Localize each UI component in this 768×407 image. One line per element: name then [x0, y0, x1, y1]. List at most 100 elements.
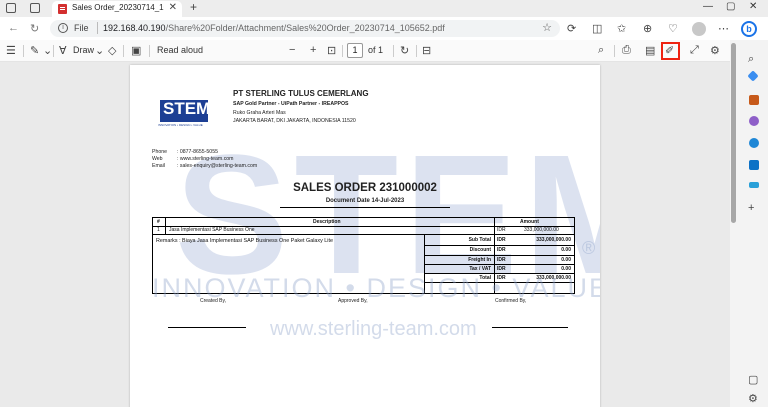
settings-gear-icon[interactable]: ⚙	[710, 44, 720, 57]
logo-text: STEM	[163, 99, 211, 118]
erase-icon[interactable]: ◇	[108, 44, 116, 57]
logo-tagline: INNOVATION • DESIGN • VALUE	[158, 123, 203, 127]
divider	[393, 45, 394, 57]
rotate-icon[interactable]: ↻	[400, 44, 409, 57]
save-icon[interactable]: ▤	[645, 44, 655, 57]
drop-icon[interactable]	[749, 182, 759, 188]
highlight-icon[interactable]: ✎	[30, 44, 39, 57]
browser-essentials-icon[interactable]: ♡	[668, 22, 678, 35]
back-icon[interactable]: ←	[8, 22, 19, 34]
chevron-down-icon[interactable]: ⌄	[43, 44, 52, 57]
search-sidebar-icon[interactable]: ⌕	[748, 53, 754, 66]
contact-web: Web: www.sterling-team.com	[152, 156, 234, 162]
divider	[53, 45, 54, 57]
hide-sidebar-icon[interactable]: ▢	[748, 373, 758, 386]
page-view-icon[interactable]: ⊟	[422, 44, 431, 57]
watermark-registered-mark: ®	[582, 238, 596, 258]
close-tab-icon[interactable]: ✕	[169, 2, 177, 13]
row-no: 1	[157, 227, 160, 233]
contact-phone: Phone: 0877-8655-5055	[152, 149, 218, 155]
freight-label: Freight In	[468, 257, 491, 263]
divider	[149, 45, 150, 57]
tax-currency: IDR	[497, 266, 506, 272]
favorite-star-icon[interactable]: ☆	[542, 21, 552, 34]
draw-button[interactable]: Draw	[73, 45, 94, 55]
favorites-icon[interactable]: ✩	[617, 22, 626, 35]
contact-email: Email: sales-enquiry@sterling-team.com	[152, 163, 258, 169]
draw-icon[interactable]: ∀	[59, 44, 67, 57]
save-as-highlight	[661, 42, 680, 60]
freight-currency: IDR	[497, 257, 506, 263]
read-aloud-button[interactable]: Read aloud	[157, 45, 203, 55]
games-icon[interactable]	[749, 116, 759, 126]
contents-icon[interactable]: ☰	[6, 44, 16, 57]
scrollbar[interactable]	[731, 43, 736, 223]
zoom-in-button[interactable]: +	[310, 44, 316, 56]
total-label: Total	[479, 275, 491, 281]
tax-value: 0.00	[561, 266, 571, 272]
new-tab-icon[interactable]: +	[190, 0, 197, 14]
copilot-icon[interactable]: b	[741, 21, 757, 37]
refresh-icon[interactable]: ↻	[30, 22, 39, 35]
signature-line	[492, 327, 568, 328]
scheme-label: File	[74, 23, 89, 33]
divider	[614, 45, 615, 57]
pdf-icon	[58, 4, 67, 14]
fullscreen-icon[interactable]: ⤢	[690, 44, 699, 57]
order-table: # Description Amount 1 Jasa Implementasi…	[152, 217, 575, 294]
pdf-viewer: STEM STEM INNOVATION • DESIGN • VALUE PT…	[0, 62, 730, 407]
divider	[23, 45, 24, 57]
divider	[342, 45, 343, 57]
discount-label: Discount	[469, 247, 491, 253]
minimize-icon[interactable]: —	[703, 1, 713, 12]
info-icon[interactable]: i	[58, 23, 68, 33]
subtotal-label: Sub Total	[468, 237, 491, 243]
watermark-url: www.sterling-team.com	[270, 318, 477, 340]
discount-value: 0.00	[561, 247, 571, 253]
company-partners: SAP Gold Partner - UiPath Partner - IREA…	[233, 101, 349, 107]
row-currency: IDR	[497, 227, 506, 233]
shopping-icon[interactable]	[747, 70, 759, 82]
zoom-out-button[interactable]: −	[289, 44, 295, 56]
col-no-header: #	[157, 219, 160, 225]
divider	[123, 45, 124, 57]
approved-by-label: Approved By,	[338, 298, 368, 304]
total-currency: IDR	[497, 275, 506, 281]
address-bar-row: ← ↻ i File 192.168.40.190/Share%20Folder…	[0, 17, 768, 40]
subtotal-currency: IDR	[497, 237, 506, 243]
tab-strip: Sales Order_20230714_105652.p ✕ + — ▢ ✕	[0, 0, 768, 17]
profile-avatar[interactable]	[692, 22, 706, 36]
tab-sales-order[interactable]: Sales Order_20230714_105652.p ✕	[52, 1, 182, 17]
chevron-down-icon[interactable]: ⌄	[95, 44, 104, 57]
freight-value: 0.00	[561, 257, 571, 263]
remarks: Remarks : Biaya Jasa Implementasi SAP Bu…	[156, 238, 333, 244]
address-bar[interactable]: i File 192.168.40.190/Share%20Folder/Att…	[50, 20, 560, 37]
workspaces-icon[interactable]	[6, 3, 16, 13]
fit-page-icon[interactable]: ⊡	[327, 44, 336, 57]
print-icon[interactable]: ⎙	[622, 44, 631, 57]
address-line-1: Ruko Graha Arteri Mas	[233, 110, 286, 116]
company-name: PT STERLING TULUS CEMERLANG	[233, 89, 369, 98]
url-text[interactable]: 192.168.40.190/Share%20Folder/Attachment…	[103, 23, 445, 33]
tax-label: Tax / VAT	[469, 266, 491, 272]
divider	[416, 45, 417, 57]
close-window-icon[interactable]: ✕	[749, 1, 757, 12]
add-sidebar-icon[interactable]: +	[748, 202, 754, 214]
document-date: Document Date 14-Jul-2023	[325, 198, 405, 204]
outlook-icon[interactable]	[749, 160, 759, 170]
tab-actions-icon[interactable]	[30, 3, 40, 13]
search-icon[interactable]: ⌕	[598, 44, 604, 57]
collections-icon[interactable]: ⊕	[643, 22, 652, 35]
page-number-input[interactable]: 1	[347, 43, 363, 58]
sidebar-settings-icon[interactable]: ⚙	[748, 392, 758, 405]
restore-icon[interactable]: ▢	[726, 1, 735, 12]
split-screen-icon[interactable]: ◫	[592, 22, 602, 35]
subtotal-value: 333,000,000.00	[536, 237, 571, 243]
read-aloud-icon[interactable]: ▣	[131, 44, 141, 57]
col-amount-header: Amount	[520, 219, 539, 225]
more-menu-icon[interactable]: ⋯	[718, 22, 729, 35]
tools-icon[interactable]	[749, 95, 759, 105]
tab-title: Sales Order_20230714_105652.p	[72, 3, 164, 12]
extension-icon[interactable]: ⟳	[567, 22, 576, 35]
office-icon[interactable]	[749, 138, 759, 148]
